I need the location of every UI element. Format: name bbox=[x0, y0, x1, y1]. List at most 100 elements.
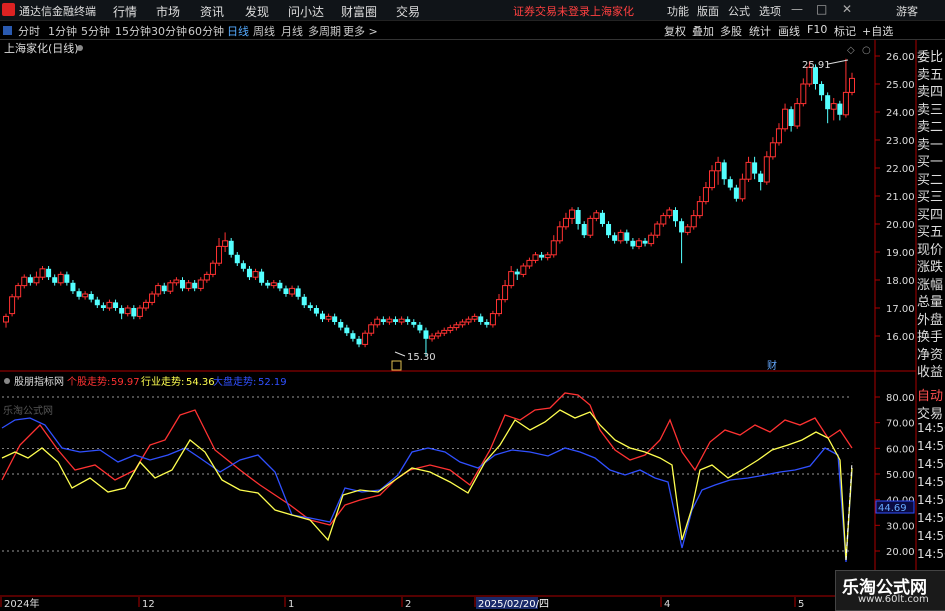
tool-biaoji[interactable]: 标记 bbox=[834, 23, 856, 39]
guest-label[interactable]: 游客 bbox=[896, 3, 918, 19]
period-30min[interactable]: 30分钟 bbox=[151, 23, 187, 39]
tick-time-5: 14:56 bbox=[917, 475, 945, 489]
price-tick-label: 19.00 bbox=[886, 248, 915, 259]
menu-shichang[interactable]: 市场 bbox=[156, 3, 180, 20]
period-weekly[interactable]: 周线 bbox=[253, 23, 275, 39]
candle-body-up bbox=[33, 276, 40, 284]
candle-body-up bbox=[441, 329, 448, 334]
menu-faxian[interactable]: 发现 bbox=[245, 3, 269, 20]
candle-body-up bbox=[635, 240, 642, 247]
tick-time-4: 14:56 bbox=[917, 457, 945, 471]
candle-body-down bbox=[265, 282, 271, 286]
candle-body-up bbox=[660, 215, 667, 225]
candle-body-up bbox=[459, 321, 466, 326]
candle-body-up bbox=[57, 273, 64, 284]
auto-toggle[interactable]: 自动 bbox=[917, 385, 943, 404]
indicator-tick-label: 20.00 bbox=[886, 547, 915, 558]
indicator-name[interactable]: 股朋指标网 bbox=[14, 375, 64, 388]
candle-body-up bbox=[142, 301, 149, 309]
tool-huaxian[interactable]: 画线 bbox=[778, 23, 800, 39]
menu-hangqing[interactable]: 行情 bbox=[113, 3, 137, 20]
app-title: 通达信金融终端 bbox=[19, 5, 96, 18]
tool-tongji[interactable]: 统计 bbox=[749, 23, 771, 39]
candle-body-up bbox=[222, 240, 229, 247]
period-15min[interactable]: 15分钟 bbox=[115, 23, 151, 39]
period-daily[interactable]: 日线 bbox=[227, 23, 249, 39]
title-bar: 通达信金融终端 行情 市场 资讯 发现 问小达 财富圈 交易 证券交易未登录 上… bbox=[0, 0, 945, 21]
app-logo-icon bbox=[2, 3, 15, 16]
trade-login-notice[interactable]: 证券交易未登录 bbox=[513, 3, 590, 19]
candle-body-up bbox=[502, 285, 509, 301]
candle-body-down bbox=[64, 274, 70, 283]
candle-body-up bbox=[289, 287, 296, 295]
candle-body-down bbox=[295, 288, 301, 297]
menu-xuanxiang[interactable]: 选项 bbox=[759, 3, 781, 19]
menu-caifuquan[interactable]: 财富圈 bbox=[341, 3, 377, 20]
candle-body-down bbox=[52, 277, 58, 283]
candle-body-up bbox=[447, 327, 454, 331]
date-tick-label: 1 bbox=[288, 599, 294, 609]
period-fenshi[interactable]: 分时 bbox=[18, 23, 40, 39]
candle-body-up bbox=[666, 209, 673, 217]
menu-gongshi[interactable]: 公式 bbox=[728, 3, 750, 19]
quote-field-3: 卖三 bbox=[917, 102, 944, 118]
indicator-settings-icon[interactable] bbox=[4, 378, 10, 384]
tool-duogu[interactable]: 多股 bbox=[720, 23, 742, 39]
price-tick-label: 24.00 bbox=[886, 108, 915, 119]
candle-body-down bbox=[100, 305, 106, 308]
date-tick-label: 5 bbox=[798, 599, 804, 609]
quote-field-16: 换手 bbox=[917, 330, 944, 345]
period-monthly[interactable]: 月线 bbox=[281, 23, 303, 39]
quote-field-14: 总量 bbox=[917, 295, 944, 310]
close-icon[interactable]: ✕ bbox=[842, 2, 852, 16]
period-multi[interactable]: 多周期 bbox=[308, 23, 341, 39]
candle-body-up bbox=[520, 265, 527, 275]
indicator-watermark: 乐淘公式网 bbox=[3, 404, 53, 417]
collapse-icon[interactable]: ○ bbox=[862, 45, 871, 56]
candle-body-down bbox=[411, 322, 417, 325]
candle-body-up bbox=[270, 282, 277, 287]
chart-settings-icon[interactable] bbox=[77, 45, 83, 51]
tool-fuquan[interactable]: 复权 bbox=[664, 23, 686, 39]
expand-icon[interactable]: ◇ bbox=[847, 45, 855, 56]
period-menu-icon[interactable] bbox=[3, 26, 12, 35]
menu-wenxiaoda[interactable]: 问小达 bbox=[288, 3, 324, 20]
tool-diejia[interactable]: 叠加 bbox=[692, 23, 714, 39]
candle-body-down bbox=[733, 187, 739, 199]
trade-tab[interactable]: 交易 bbox=[917, 403, 943, 422]
high-price-label: 25.91 bbox=[802, 60, 831, 71]
menu-gongneng[interactable]: 功能 bbox=[667, 3, 689, 19]
candle-body-up bbox=[830, 103, 837, 110]
site-watermark: 乐淘公式网 www.60lt.com bbox=[835, 570, 945, 611]
period-5min[interactable]: 5分钟 bbox=[81, 23, 110, 39]
quote-field-13: 涨幅 bbox=[917, 277, 944, 293]
quote-field-7: 买二 bbox=[917, 172, 944, 188]
candle-body-up bbox=[149, 293, 156, 303]
tool-add-favorite[interactable]: +自选 bbox=[862, 23, 893, 39]
candle-body-down bbox=[612, 235, 618, 241]
chart-area[interactable]: 上海家化(日线) ◇ ○ 26.0025.0024.0023.0022.0021… bbox=[0, 40, 945, 609]
menu-banmian[interactable]: 版面 bbox=[697, 3, 719, 19]
period-60min[interactable]: 60分钟 bbox=[188, 23, 224, 39]
quote-field-4: 卖二 bbox=[917, 120, 944, 135]
stock-trend-value: 59.97 bbox=[111, 377, 140, 388]
menu-zixun[interactable]: 资讯 bbox=[200, 3, 224, 20]
candle-body-down bbox=[484, 322, 490, 325]
candle-body-down bbox=[259, 271, 265, 283]
main-chart-title: 上海家化(日线) bbox=[4, 41, 79, 55]
maximize-icon[interactable]: □ bbox=[816, 2, 827, 16]
finance-marker[interactable]: 财 bbox=[767, 359, 777, 372]
candle-body-up bbox=[167, 282, 174, 292]
period-1min[interactable]: 1分钟 bbox=[48, 23, 77, 39]
candle-body-down bbox=[727, 179, 733, 188]
candle-body-up bbox=[106, 301, 113, 309]
candle-body-down bbox=[837, 103, 843, 115]
candle-body-up bbox=[715, 161, 722, 172]
period-more[interactable]: 更多 > bbox=[343, 23, 378, 39]
candle-body-down bbox=[27, 277, 33, 283]
minimize-icon[interactable]: — bbox=[791, 2, 803, 16]
candle-body-up bbox=[508, 271, 515, 287]
tool-f10[interactable]: F10 bbox=[807, 23, 827, 36]
candle-body-down bbox=[307, 305, 313, 308]
menu-jiaoyi[interactable]: 交易 bbox=[396, 3, 420, 20]
